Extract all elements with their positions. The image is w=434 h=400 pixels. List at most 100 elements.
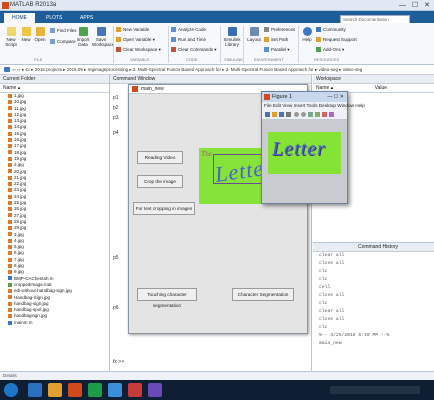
simulink-library-button[interactable]: Simulink Library <box>223 27 241 47</box>
new-figure-icon[interactable] <box>265 112 270 117</box>
current-path: ⇦ ⇨ ▸ D: ▸ 2016 projects ▸ 2015.09 ▸ reg… <box>12 67 363 72</box>
open-button[interactable]: Open <box>34 27 46 42</box>
matlab-taskbar-icon[interactable] <box>68 383 82 397</box>
window-controls[interactable]: — ☐ ✕ <box>399 1 432 9</box>
history-item[interactable]: close all <box>313 292 434 300</box>
request-support-icon <box>316 37 321 43</box>
import-data-button[interactable]: Import Data <box>76 27 90 47</box>
parallel-icon <box>264 47 269 53</box>
help-icon <box>302 27 312 36</box>
new-script-button[interactable]: New Script <box>4 27 18 47</box>
character-segmentation-button[interactable]: Character Segmentation <box>232 288 294 301</box>
new-script-label: New Script <box>5 37 17 47</box>
rotate-icon[interactable] <box>315 112 320 117</box>
zoom-out-icon[interactable] <box>301 112 306 117</box>
new-variable-button[interactable]: New Variable <box>116 27 149 33</box>
file-name: 6.jpg <box>14 250 24 256</box>
new-button[interactable]: New <box>20 27 32 42</box>
address-bar[interactable]: ⇦ ⇨ ▸ D: ▸ 2016 projects ▸ 2015.09 ▸ reg… <box>0 65 434 75</box>
clear-workspace-button[interactable]: Clear Workspace ▾ <box>116 47 161 53</box>
print-icon[interactable] <box>286 112 291 117</box>
ribbon-divider <box>298 26 299 63</box>
image-file-icon <box>8 119 12 123</box>
figure-titlebar: Figure 1 — ☐ ✕ <box>262 92 347 102</box>
open-variable-button[interactable]: Open Variable ▾ <box>116 37 155 43</box>
system-tray[interactable] <box>330 386 420 394</box>
app-icon[interactable] <box>88 383 102 397</box>
text-cropping-button[interactable]: For text cropping in images <box>133 202 195 215</box>
new-script-icon <box>6 27 16 36</box>
history-item[interactable]: clc <box>313 276 434 284</box>
history-item[interactable]: clc <box>313 268 434 276</box>
parallel-button[interactable]: Parallel ▾ <box>264 47 290 53</box>
history-item[interactable]: clear all <box>313 308 434 316</box>
zoom-in-icon[interactable] <box>294 112 299 117</box>
file-list-item[interactable]: mainm.m <box>0 320 109 326</box>
request-support-button[interactable]: Request Support <box>316 37 357 43</box>
file-name: mainm.m <box>14 319 33 325</box>
workspace-value-column[interactable]: Value <box>375 85 387 91</box>
file-explorer-icon[interactable] <box>48 383 62 397</box>
file-name: 24.jpg <box>14 193 27 199</box>
app-icon[interactable] <box>108 383 122 397</box>
browser-icon[interactable] <box>28 383 42 397</box>
set-path-button[interactable]: Set Path <box>264 37 288 43</box>
clear-commands-button[interactable]: Clear Commands ▾ <box>171 47 217 53</box>
new-label: New <box>21 37 31 42</box>
history-item[interactable]: clc <box>313 300 434 308</box>
file-name: 2.jpg <box>14 162 24 168</box>
touching-character-segmentation-button[interactable]: Touching character segmentation <box>137 288 197 308</box>
data-cursor-icon[interactable] <box>322 112 327 117</box>
history-item[interactable]: clear all <box>313 252 434 260</box>
file-name: 22.jpg <box>14 181 27 187</box>
file-name: 19.jpg <box>14 155 27 161</box>
tab-plots[interactable]: PLOTS <box>38 13 70 23</box>
history-item[interactable]: cell <box>313 284 434 292</box>
community-button[interactable]: Community <box>316 27 346 33</box>
crop-image-button[interactable]: Crop the image <box>137 175 183 188</box>
start-button-icon[interactable] <box>4 383 18 397</box>
history-item[interactable]: clc <box>313 324 434 332</box>
history-item[interactable]: main_new <box>313 340 434 348</box>
image-file-icon <box>8 194 12 199</box>
layout-button[interactable]: Layout <box>246 27 262 42</box>
save-icon[interactable] <box>279 112 284 117</box>
ribbon-divider <box>243 26 244 63</box>
compare-icon <box>50 39 55 45</box>
current-folder-column-header[interactable]: Name ▴ <box>0 84 109 93</box>
history-item[interactable]: %-- 3/25/2016 5:40 PM --% <box>313 332 434 340</box>
add-ons-button[interactable]: Add-Ons ▾ <box>316 47 344 53</box>
figure-menu-bar[interactable]: File Edit View Insert Tools Desktop Wind… <box>262 102 365 110</box>
brush-icon[interactable] <box>329 112 334 117</box>
figure-canvas[interactable]: Letter <box>262 120 347 203</box>
help-button[interactable]: Help <box>301 27 313 42</box>
compare-button[interactable]: Compare <box>50 39 76 45</box>
app-icon[interactable] <box>128 383 142 397</box>
file-name: handbag-sign.jpg <box>14 300 49 306</box>
file-name: 7.jpg <box>14 256 24 262</box>
app-icon[interactable] <box>148 383 162 397</box>
file-name: 28.jpg <box>14 218 27 224</box>
preferences-button[interactable]: Preferences <box>264 27 295 33</box>
command-prompt[interactable]: fx >> <box>113 359 124 365</box>
history-item[interactable]: close all <box>313 316 434 324</box>
open-file-icon[interactable] <box>272 112 277 117</box>
image-file-icon <box>8 295 12 300</box>
save-workspace-label: Save Workspace <box>92 37 115 47</box>
figure-window-controls[interactable]: — ☐ ✕ <box>328 94 344 100</box>
analyze-code-button[interactable]: Analyze Code <box>171 27 206 33</box>
save-workspace-button[interactable]: Save Workspace <box>92 27 114 47</box>
file-name: 10.jpg <box>14 99 27 105</box>
ribbon-divider <box>168 26 169 63</box>
find-files-button[interactable]: Find Files <box>50 28 77 34</box>
history-item[interactable]: close all <box>313 260 434 268</box>
tab-home[interactable]: HOME <box>4 13 35 23</box>
run-and-time-button[interactable]: Run and Time <box>171 37 206 43</box>
parallel-label: Parallel ▾ <box>271 47 290 52</box>
tab-apps[interactable]: APPS <box>72 13 101 23</box>
image-file-icon <box>8 169 12 174</box>
cropped-image: Letter <box>268 132 341 174</box>
details-label[interactable]: Details <box>3 373 17 378</box>
pan-icon[interactable] <box>308 112 313 117</box>
reading-video-button[interactable]: Reading Video <box>137 151 183 164</box>
